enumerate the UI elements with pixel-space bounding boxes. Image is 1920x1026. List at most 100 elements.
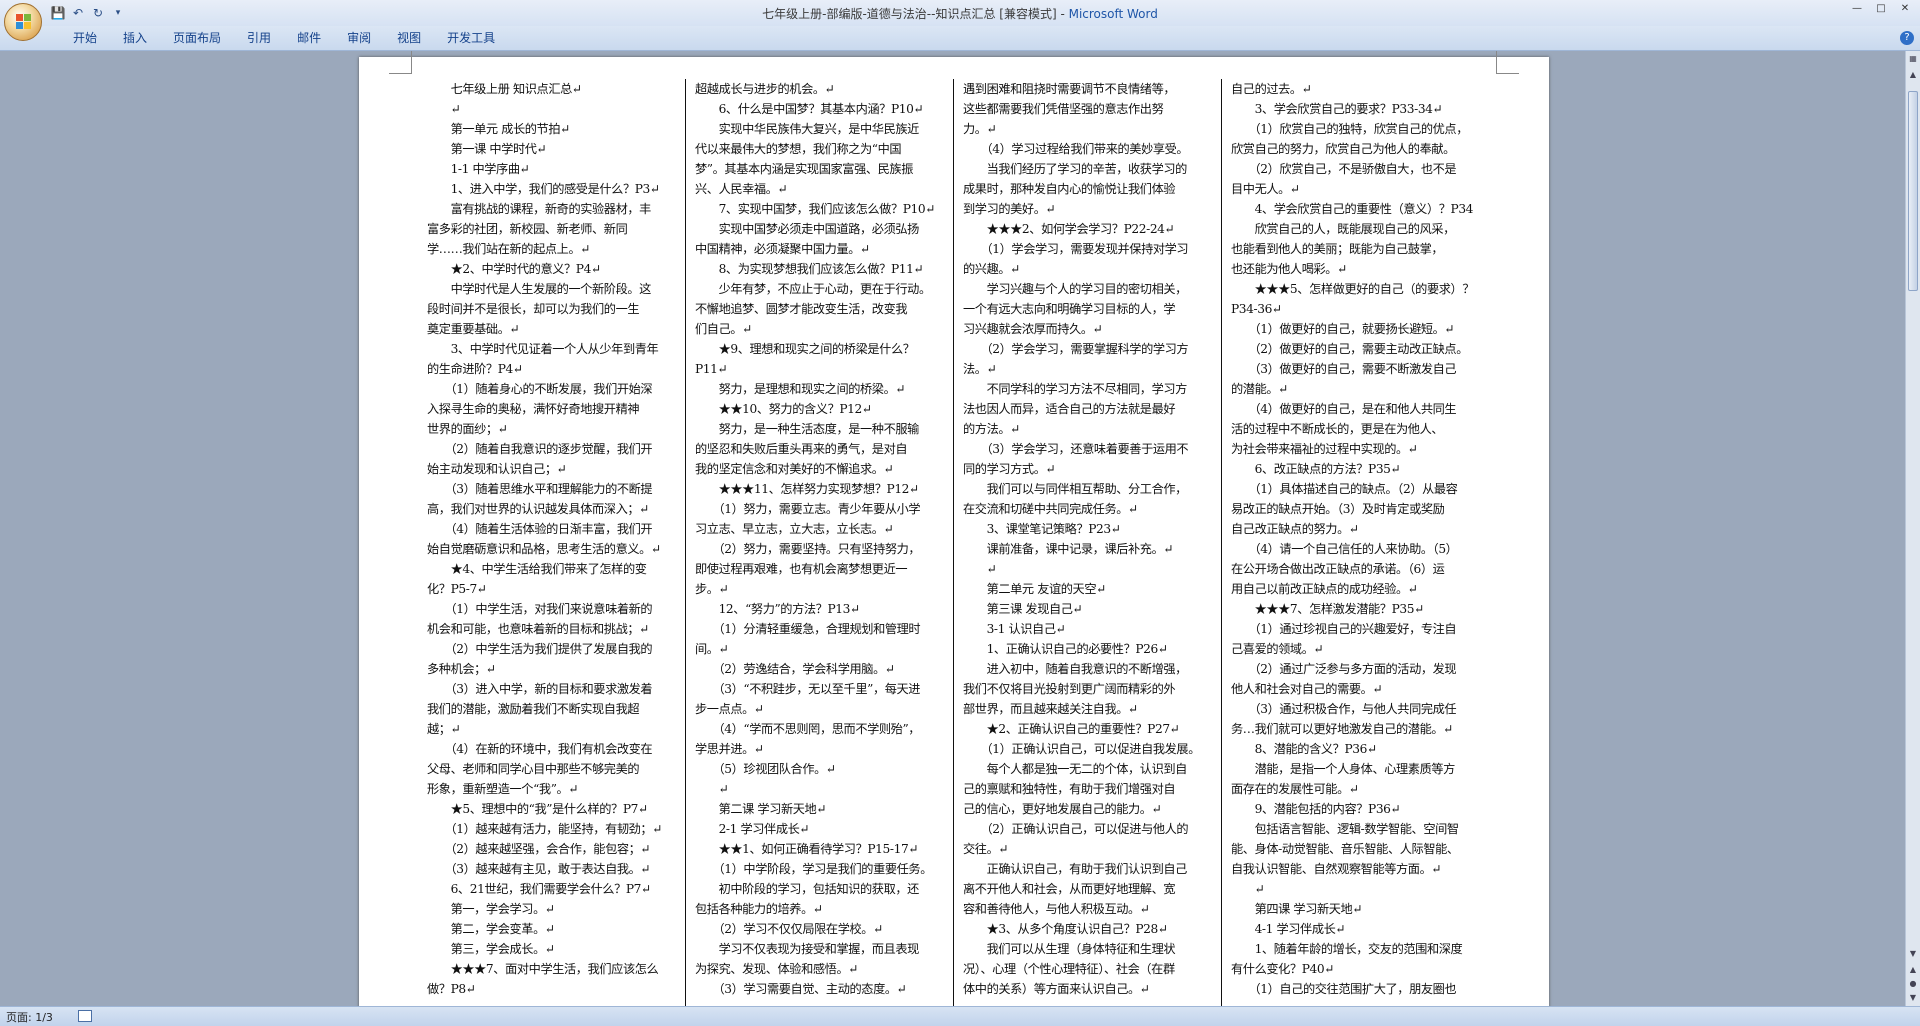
text-line: （1）通过珍视自己的兴趣爱好，专注自 bbox=[1231, 622, 1457, 636]
text-line: （1）欣赏自己的独特，欣赏自己的优点， bbox=[1231, 122, 1469, 136]
text-line: 潜能，是指一个人身体、心理素质等方 bbox=[1231, 762, 1456, 776]
tab-developer[interactable]: 开发工具 bbox=[434, 30, 508, 46]
text-column-2[interactable]: 超越成长与进步的机会。↵ 6、什么是中国梦？其基本内涵？P10↵ 实现中华民族伟… bbox=[695, 79, 945, 999]
text-line: ★★★7、怎样激发潜能？P35↵ bbox=[1231, 602, 1425, 616]
text-line: （3）“不积跬步，无以至千里”，每天进 bbox=[695, 682, 921, 696]
text-line: 在公开场合做出改正缺点的承诺。（6）运 bbox=[1231, 562, 1445, 576]
text-line: （5）珍视团队合作。↵ bbox=[695, 762, 837, 776]
text-line: 父母、老师和同学心目中那些不够完美的 bbox=[427, 762, 640, 776]
text-line: 第四课 学习新天地↵ bbox=[1231, 902, 1363, 916]
text-line: 包括语言智能、逻辑-数学智能、空间智 bbox=[1231, 822, 1460, 836]
text-line: 世界的面纱；↵ bbox=[427, 422, 508, 436]
scroll-down-icon[interactable]: ▼ bbox=[1907, 948, 1919, 960]
text-line: ★3、从多个角度认识自己？P28↵ bbox=[963, 922, 1169, 936]
text-line: 同的学习方式。↵ bbox=[963, 462, 1056, 476]
text-line: （4）随着生活体验的日渐丰富，我们开 bbox=[427, 522, 653, 536]
proofing-icon[interactable] bbox=[78, 1010, 92, 1022]
text-column-1[interactable]: 七年级上册 知识点汇总↵ ↵ 第一单元 成长的节拍↵ 第一课 中学时代↵ 1-1… bbox=[427, 79, 677, 999]
text-line: ↵ bbox=[1231, 882, 1265, 896]
document-title: 七年级上册-部编版-道德与法治--知识点汇总 [兼容模式] - bbox=[762, 7, 1069, 21]
text-line: 12、“努力”的方法？P13↵ bbox=[695, 602, 861, 616]
text-column-4[interactable]: 自己的过去。↵ 3、学会欣赏自己的要求？P33-34↵ （1）欣赏自己的独特，欣… bbox=[1231, 79, 1481, 999]
text-line: 实现中国梦必须走中国道路，必须弘扬 bbox=[695, 222, 920, 236]
text-line: 体中的关系）等方面来认识自己。↵ bbox=[963, 982, 1150, 996]
text-line: 的潜能。↵ bbox=[1231, 382, 1288, 396]
text-line: 己的信心，更好地发展自己的能力。↵ bbox=[963, 802, 1162, 816]
ruler-toggle-icon[interactable]: ▦ bbox=[1907, 53, 1919, 65]
text-line: ★4、中学生活给我们带来了怎样的变 bbox=[427, 562, 647, 576]
text-line: 遇到困难和阻挠时需要调节不良情绪等， bbox=[963, 82, 1176, 96]
previous-page-icon[interactable]: ▲ bbox=[1907, 964, 1919, 976]
text-line: ★9、理想和现实之间的桥梁是什么？ bbox=[695, 342, 915, 356]
select-browse-object-icon[interactable]: ● bbox=[1907, 978, 1919, 990]
next-page-icon[interactable]: ▼ bbox=[1907, 992, 1919, 1004]
tab-review[interactable]: 审阅 bbox=[334, 30, 384, 46]
text-line: （2）努力，需要坚持。只有坚持努力， bbox=[695, 542, 921, 556]
text-line: 我们可以与同伴相互帮助、分工合作， bbox=[963, 482, 1188, 496]
text-line: 的兴趣。↵ bbox=[963, 262, 1020, 276]
maximize-icon[interactable]: □ bbox=[1870, 2, 1892, 16]
text-line: ★★★7、面对中学生活，我们应该怎么 bbox=[427, 962, 659, 976]
page-count[interactable]: 页面: 1/3 bbox=[6, 1009, 53, 1025]
text-line: P11↵ bbox=[695, 362, 728, 376]
text-line: 越；↵ bbox=[427, 722, 461, 736]
text-line: 七年级上册 知识点汇总↵ bbox=[427, 82, 583, 96]
text-line: （3）越来越有主见，敢于表达自我。↵ bbox=[427, 862, 651, 876]
text-line: （4）“学而不思则罔，思而不学则殆”， bbox=[695, 722, 921, 736]
text-line: 用自己以前改正缺点的成功经验。↵ bbox=[1231, 582, 1418, 596]
text-line: 课前准备，课中记录，课后补充。↵ bbox=[963, 542, 1174, 556]
text-line: （1）做更好的自己，就要扬长避短。↵ bbox=[1231, 322, 1455, 336]
text-line: （4）学习过程给我们带来的美妙享受。 bbox=[963, 142, 1189, 156]
text-line: （3）通过积极合作，与他人共同完成任 bbox=[1231, 702, 1457, 716]
text-line: （1）努力，需要立志。青少年要从小学 bbox=[695, 502, 921, 516]
tab-insert[interactable]: 插入 bbox=[110, 30, 160, 46]
document-page[interactable]: 七年级上册 知识点汇总↵ ↵ 第一单元 成长的节拍↵ 第一课 中学时代↵ 1-1… bbox=[359, 51, 1549, 1019]
help-icon[interactable]: ? bbox=[1900, 31, 1914, 45]
column-divider bbox=[1221, 79, 1222, 1019]
close-icon[interactable]: ✕ bbox=[1894, 2, 1916, 16]
text-line: 学习不仅表现为接受和掌握，而且表现 bbox=[695, 942, 920, 956]
office-button[interactable] bbox=[4, 3, 42, 41]
text-line: 能、身体-动觉智能、音乐智能、人际智能、 bbox=[1231, 842, 1459, 856]
text-line: （1）中学阶段，学习是我们的重要任务。 bbox=[695, 862, 933, 876]
tab-mailings[interactable]: 邮件 bbox=[284, 30, 334, 46]
ribbon-tabs: 开始 插入 页面布局 引用 邮件 审阅 视图 开发工具 bbox=[60, 30, 508, 46]
tab-references[interactable]: 引用 bbox=[234, 30, 284, 46]
text-line: 这些都需要我们凭借坚强的意志作出努 bbox=[963, 102, 1164, 116]
text-line: 的生命进阶？P4↵ bbox=[427, 362, 523, 376]
vertical-scrollbar[interactable]: ▦ ▲ ▼ ▲ ● ▼ bbox=[1905, 51, 1920, 1006]
text-line: 习兴趣就会浓厚而持久。↵ bbox=[963, 322, 1103, 336]
text-line: （1）分清轻重缓急，合理规划和管理时 bbox=[695, 622, 921, 636]
text-column-3[interactable]: 遇到困难和阻挠时需要调节不良情绪等， 这些都需要我们凭借坚强的意志作出努 力。↵ （… bbox=[963, 79, 1213, 999]
text-line: 第一课 中学时代↵ bbox=[427, 142, 547, 156]
text-line: 法。↵ bbox=[963, 362, 997, 376]
scrollbar-thumb[interactable] bbox=[1908, 91, 1918, 291]
text-line: 自己改正缺点的努力。↵ bbox=[1231, 522, 1359, 536]
text-line: 在交流和切磋中共同完成任务。↵ bbox=[963, 502, 1138, 516]
tab-page-layout[interactable]: 页面布局 bbox=[160, 30, 234, 46]
text-line: ★★★2、如何学会学习？P22-24↵ bbox=[963, 222, 1175, 236]
scroll-up-icon[interactable]: ▲ bbox=[1907, 69, 1919, 81]
tab-view[interactable]: 视图 bbox=[384, 30, 434, 46]
text-line: 8、潜能的含义？P36↵ bbox=[1231, 742, 1378, 756]
text-line: 3-1 认识自己↵ bbox=[963, 622, 1066, 636]
text-line: 4-1 学习伴成长↵ bbox=[1231, 922, 1346, 936]
text-line: （3）学会学习，还意味着要善于运用不 bbox=[963, 442, 1189, 456]
text-line: 目中无人。↵ bbox=[1231, 182, 1300, 196]
text-line: 到学习的美好。↵ bbox=[963, 202, 1056, 216]
margin-mark bbox=[1496, 51, 1519, 74]
text-line: ★2、正确认识自己的重要性？P27↵ bbox=[963, 722, 1180, 736]
text-line: 进入初中，随着自我意识的不断增强， bbox=[963, 662, 1188, 676]
text-line: （1）具体描述自己的缺点。（2）从最容 bbox=[1231, 482, 1458, 496]
text-line: 我们的潜能，激励着我们不断实现自我超 bbox=[427, 702, 640, 716]
text-line: （3）随着思维水平和理解能力的不断提 bbox=[427, 482, 653, 496]
text-line: 正确认识自己，有助于我们认识到自己 bbox=[963, 862, 1188, 876]
text-line: 6、改正缺点的方法？P35↵ bbox=[1231, 462, 1401, 476]
minimize-icon[interactable]: — bbox=[1846, 2, 1868, 16]
text-line: 学思并进。↵ bbox=[695, 742, 764, 756]
text-line: 面存在的发展性可能。↵ bbox=[1231, 782, 1359, 796]
text-line: （2）正确认识自己，可以促进与他人的 bbox=[963, 822, 1189, 836]
text-line: ↵ bbox=[427, 102, 461, 116]
tab-home[interactable]: 开始 bbox=[60, 30, 110, 46]
text-line: 化？P5-7↵ bbox=[427, 582, 487, 596]
